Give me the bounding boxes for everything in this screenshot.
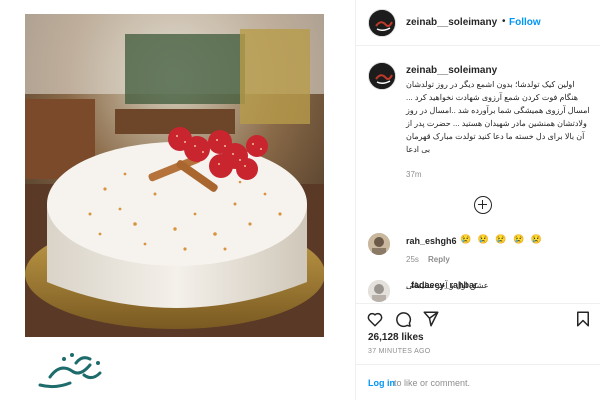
cake-image xyxy=(25,14,324,337)
login-bar: Log in to like or comment. xyxy=(356,364,600,400)
avatar[interactable] xyxy=(368,280,390,302)
comment-icon[interactable] xyxy=(394,310,412,328)
comment-text: عشق اول و آخر سلیمانی xyxy=(406,281,489,290)
comment-username[interactable]: rah_eshgh6 xyxy=(406,236,457,246)
follow-button[interactable]: Follow xyxy=(509,17,541,28)
post-photo[interactable] xyxy=(25,14,324,337)
likes-count[interactable]: 26,128 likes xyxy=(368,332,424,343)
action-bar xyxy=(356,303,600,329)
share-icon[interactable] xyxy=(422,310,440,328)
bookmark-icon[interactable] xyxy=(574,310,592,328)
post-sidebar: zeinab__soleimany • Follow zeinab__solei… xyxy=(355,0,600,400)
avatar[interactable] xyxy=(368,9,396,37)
caption-avatar[interactable] xyxy=(368,62,396,90)
login-link[interactable]: Log in xyxy=(368,378,395,388)
caption-timestamp: 37m xyxy=(406,170,422,179)
separator-dot: • xyxy=(502,16,506,27)
login-prompt-text: to like or comment. xyxy=(394,378,471,388)
post-timestamp: 37 MINUTES AGO xyxy=(368,348,431,355)
comment-timestamp: 25s xyxy=(406,255,419,264)
comment-text: 😢 😢 😢 😢 😢 xyxy=(460,234,545,244)
avatar[interactable] xyxy=(368,233,390,255)
watermark-logo xyxy=(20,345,120,395)
heart-icon[interactable] xyxy=(366,310,384,328)
post-username[interactable]: zeinab__soleimany xyxy=(406,17,497,28)
reply-button[interactable]: Reply xyxy=(428,255,450,264)
plus-circle-icon[interactable] xyxy=(474,196,492,214)
caption-username[interactable]: zeinab__soleimany xyxy=(406,65,497,76)
caption-text: اولین کیک تولدشا؛ بدون اشمع دیگر در روز … xyxy=(406,80,590,154)
post-header: zeinab__soleimany • Follow xyxy=(356,0,600,46)
